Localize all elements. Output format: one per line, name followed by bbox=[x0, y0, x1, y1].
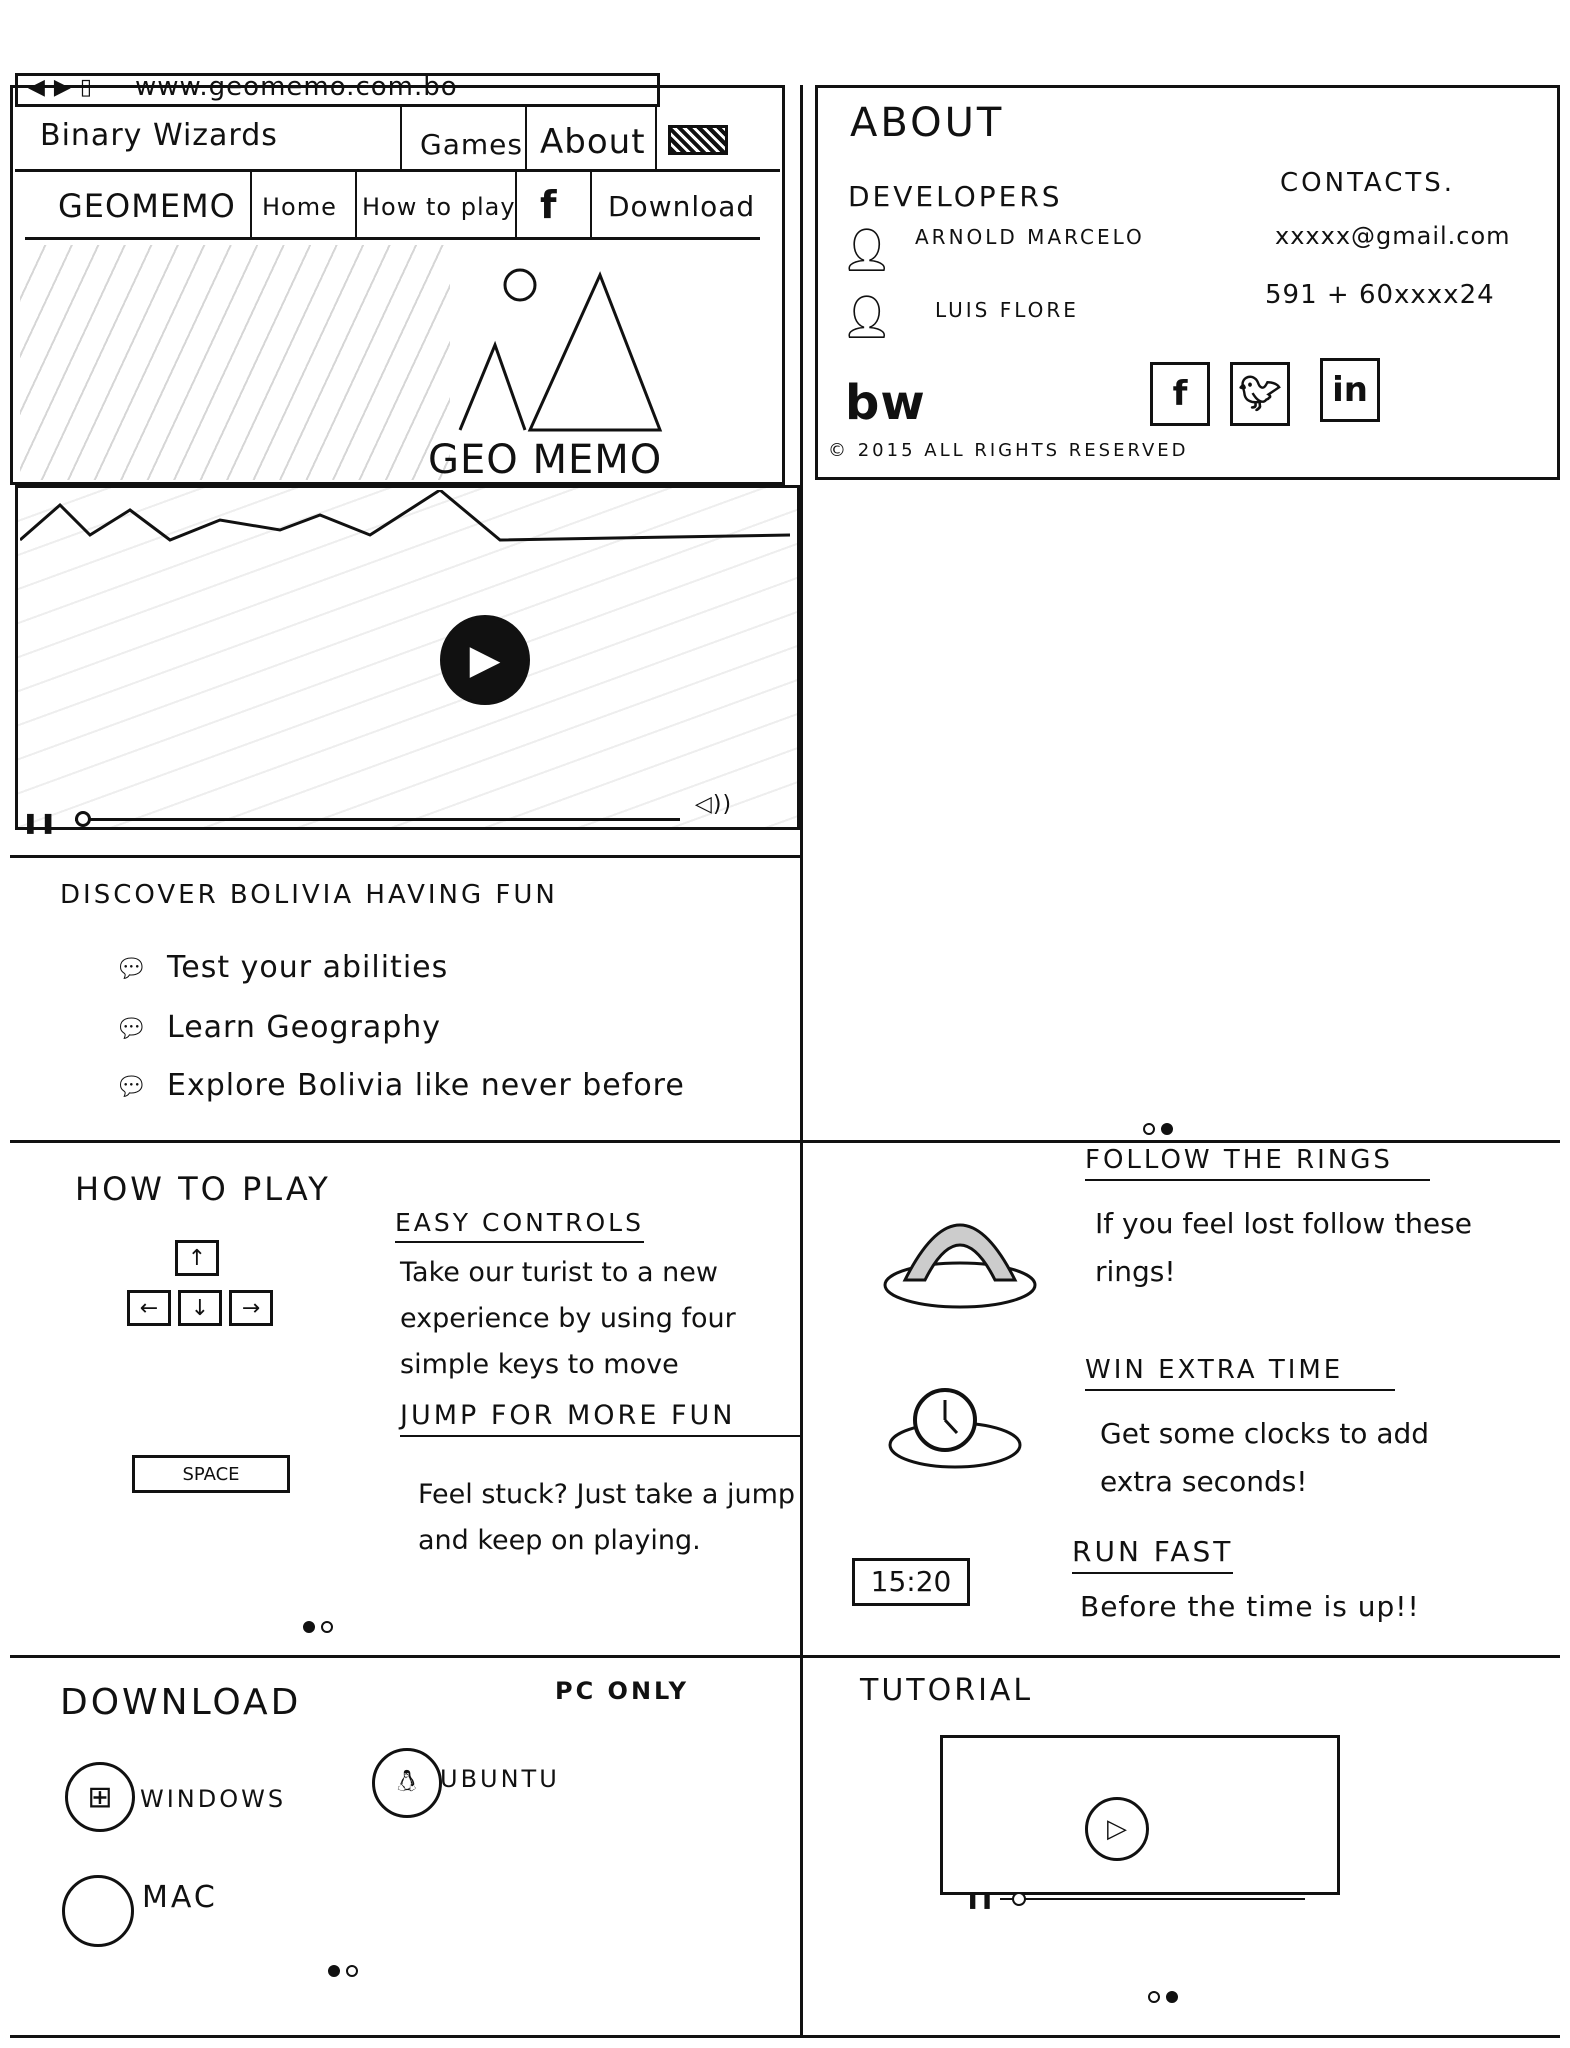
discover-item: 💬︎ Explore Bolivia like never before bbox=[115, 1068, 685, 1103]
subnav-home[interactable]: Home bbox=[262, 193, 337, 221]
flag-icon[interactable] bbox=[668, 125, 728, 155]
divider bbox=[250, 172, 252, 240]
carousel-dots[interactable] bbox=[325, 1962, 361, 1981]
download-mac[interactable]: Mac bbox=[142, 1880, 218, 1915]
developers-title: Developers bbox=[848, 180, 1063, 213]
clock-icon bbox=[888, 1388, 1022, 1469]
contact-email[interactable]: xxxxx@gmail.com bbox=[1275, 222, 1511, 250]
discover-item: 💬︎ Learn Geography bbox=[115, 1010, 441, 1045]
divider bbox=[10, 1140, 1560, 1143]
about-title: About bbox=[850, 100, 1005, 146]
carousel-dots[interactable] bbox=[1140, 1120, 1176, 1139]
arrow-left-key: ← bbox=[127, 1290, 171, 1326]
subnav-logo[interactable]: GEOMEMO bbox=[58, 187, 236, 225]
jump-title: Jump for more fun bbox=[400, 1400, 800, 1437]
feature-text: Get some clocks to add extra seconds! bbox=[1100, 1417, 1430, 1498]
company-logo: bw bbox=[845, 375, 926, 431]
video-progress-handle[interactable] bbox=[75, 811, 91, 827]
divider bbox=[355, 172, 357, 240]
windows-icon[interactable]: ⊞ bbox=[65, 1762, 135, 1832]
video-progress-bar[interactable] bbox=[75, 818, 680, 821]
developer-name: Arnold Marcelo bbox=[915, 225, 1145, 249]
divider bbox=[400, 107, 402, 172]
ring-icon bbox=[883, 1223, 1037, 1309]
volume-icon[interactable]: ◁)) bbox=[695, 792, 732, 817]
twitter-icon[interactable]: 🐦︎ bbox=[1230, 362, 1290, 426]
copyright: © 2015 All rights reserved bbox=[828, 440, 1189, 461]
carousel-dots[interactable] bbox=[1145, 1988, 1181, 2007]
discover-item-text: Test your abilities bbox=[167, 950, 449, 985]
tutorial-title: Tutorial bbox=[860, 1673, 1034, 1708]
brand-name: Binary Wizards bbox=[40, 118, 278, 153]
divider bbox=[525, 107, 527, 172]
contacts-title: Contacts. bbox=[1280, 168, 1456, 198]
discover-item-text: Explore Bolivia like never before bbox=[167, 1068, 685, 1103]
easy-controls-text: Take our turist to a new experience by u… bbox=[400, 1257, 736, 1380]
divider bbox=[655, 107, 657, 172]
feature-title: Follow the rings bbox=[1085, 1145, 1430, 1181]
ubuntu-icon[interactable]: 🐧︎ bbox=[372, 1748, 442, 1818]
download-title: Download bbox=[60, 1682, 302, 1723]
space-key: SPACE bbox=[132, 1455, 290, 1493]
divider bbox=[590, 172, 592, 240]
developer-name: Luis Flore bbox=[935, 298, 1079, 322]
arrow-up-key: ↑ bbox=[175, 1240, 219, 1276]
feature-title: Run fast bbox=[1072, 1535, 1234, 1574]
tutorial-play-button[interactable]: ▷ bbox=[1085, 1797, 1149, 1861]
speech-bubble-icon: 💬︎ bbox=[115, 1014, 150, 1044]
download-ubuntu[interactable]: Ubuntu bbox=[440, 1765, 560, 1793]
carousel-dots[interactable] bbox=[300, 1618, 336, 1637]
contact-phone: 591 + 60xxxx24 bbox=[1265, 280, 1495, 310]
play-button[interactable]: ▶ bbox=[440, 615, 530, 705]
jump-text: Feel stuck? Just take a jump and keep on… bbox=[418, 1479, 796, 1556]
video-mountains bbox=[20, 490, 790, 542]
arrow-right-key: → bbox=[229, 1290, 273, 1326]
subnav-download[interactable]: Download bbox=[608, 190, 755, 223]
discover-title: Discover Bolivia having fun bbox=[60, 880, 558, 910]
browser-nav-icons[interactable]: ◀ ▶ ▯ bbox=[28, 75, 93, 100]
apple-icon[interactable] bbox=[62, 1875, 134, 1947]
hero-logo: GEO MEMO bbox=[428, 437, 663, 483]
easy-controls-title: Easy controls bbox=[395, 1208, 644, 1243]
how-to-play-title: How to play bbox=[75, 1170, 331, 1208]
download-windows[interactable]: Windows bbox=[140, 1785, 286, 1813]
linkedin-icon[interactable]: in bbox=[1320, 358, 1380, 422]
subnav-how-to-play[interactable]: How to play bbox=[362, 193, 516, 221]
facebook-icon[interactable]: f bbox=[1150, 362, 1210, 426]
feature-title: Win extra time bbox=[1085, 1355, 1395, 1391]
user-icon: 👤︎ bbox=[840, 225, 895, 274]
url-field[interactable]: www.geomemo.com.bo bbox=[135, 72, 458, 102]
divider bbox=[10, 2035, 1560, 2038]
divider bbox=[515, 172, 517, 240]
divider bbox=[10, 1655, 1560, 1658]
pause-icon[interactable]: ❚❚ bbox=[966, 1890, 995, 1909]
timer-display: 15:20 bbox=[852, 1558, 970, 1606]
facebook-icon[interactable]: f bbox=[540, 183, 558, 227]
divider bbox=[800, 85, 803, 2035]
nav-about[interactable]: About bbox=[540, 122, 646, 162]
pc-only-note: PC only bbox=[555, 1677, 689, 1705]
arrow-down-key: ↓ bbox=[178, 1290, 222, 1326]
user-icon: 👤︎ bbox=[840, 292, 895, 341]
speech-bubble-icon: 💬︎ bbox=[115, 954, 150, 984]
tutorial-progress-handle[interactable] bbox=[1012, 1892, 1026, 1906]
discover-item-text: Learn Geography bbox=[167, 1010, 442, 1045]
tutorial-progress-bar[interactable] bbox=[1000, 1898, 1305, 1900]
discover-item: 💬︎ Test your abilities bbox=[115, 950, 448, 985]
divider bbox=[10, 855, 800, 858]
feature-text: If you feel lost follow these rings! bbox=[1095, 1207, 1472, 1288]
speech-bubble-icon: 💬︎ bbox=[115, 1072, 150, 1102]
hero-background bbox=[20, 245, 450, 480]
nav-games[interactable]: Games bbox=[420, 128, 523, 161]
pause-icon[interactable]: ❚❚ bbox=[22, 810, 58, 834]
feature-text: Before the time is up!! bbox=[1080, 1590, 1420, 1623]
mountains-illustration bbox=[458, 268, 663, 432]
